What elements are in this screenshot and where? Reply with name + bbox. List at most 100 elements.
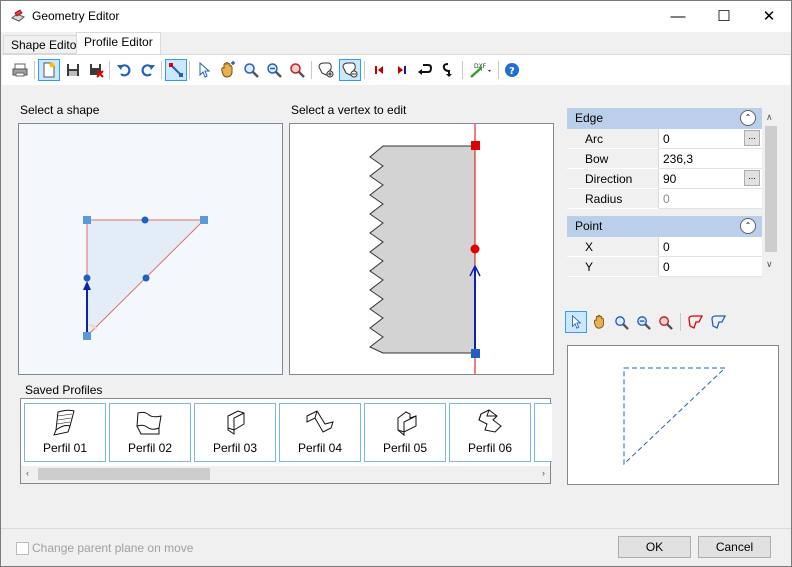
collapse-icon[interactable]: ⌃ <box>740 218 756 234</box>
shape-midpoint[interactable] <box>142 274 150 282</box>
title-bar: Geometry Editor — ☐ ✕ <box>1 1 791 32</box>
property-row[interactable]: Direction 90... <box>567 169 762 189</box>
property-row[interactable]: Y 0 <box>567 257 762 277</box>
zoom-out-icon <box>267 63 282 78</box>
property-value: 90 <box>663 172 677 186</box>
preview-zoom-in-button[interactable] <box>610 311 632 333</box>
save-button[interactable] <box>62 59 84 81</box>
profile-card-04[interactable]: Perfil 04 <box>279 403 361 462</box>
first-vertex-button[interactable] <box>368 59 390 81</box>
property-row[interactable]: Arc 0... <box>567 129 762 149</box>
ok-button[interactable]: OK <box>618 536 691 558</box>
point-group-header[interactable]: Point ⌃ <box>567 216 762 237</box>
new-button[interactable] <box>38 59 60 81</box>
collapse-icon[interactable]: ⌃ <box>740 110 756 126</box>
shape-vertex[interactable] <box>83 332 91 340</box>
scroll-up-icon[interactable]: ∧ <box>766 112 773 123</box>
close-button[interactable]: ✕ <box>746 1 792 32</box>
shape-drawing <box>83 216 208 340</box>
help-button[interactable]: ? <box>501 59 523 81</box>
last-icon <box>398 66 406 74</box>
preview-red-outline-button[interactable] <box>685 311 707 333</box>
profile-vertex[interactable] <box>470 244 480 254</box>
profile-card-06[interactable]: Perfil 06 <box>449 403 531 462</box>
add-vertex-button[interactable] <box>315 59 337 81</box>
undo-button[interactable] <box>113 59 135 81</box>
profile-vertex[interactable] <box>471 349 480 358</box>
change-parent-plane-label: Change parent plane on move <box>32 541 194 555</box>
bow-value[interactable]: 236,3 <box>659 149 762 169</box>
pointer-button[interactable] <box>193 59 215 81</box>
profile-thumbnail <box>478 409 502 433</box>
zoom-extents-button[interactable] <box>286 59 308 81</box>
shape-midpoint[interactable] <box>83 274 91 282</box>
property-row[interactable]: X 0 <box>567 237 762 257</box>
profile-card-partial[interactable] <box>534 403 552 462</box>
edge-property-group: Edge ⌃ Arc 0... Bow 236,3 Direction 90..… <box>567 108 762 209</box>
toolbar-separator <box>311 61 312 79</box>
profiles-scrollbar[interactable]: ‹ › <box>21 466 550 483</box>
preview-pan-button[interactable] <box>588 311 610 333</box>
property-key: Arc <box>567 129 659 149</box>
edge-group-header[interactable]: Edge ⌃ <box>567 108 762 129</box>
x-value[interactable]: 0 <box>659 237 762 257</box>
delete-button[interactable] <box>85 59 107 81</box>
change-parent-plane-checkbox[interactable] <box>16 542 29 555</box>
scroll-right-icon[interactable]: › <box>542 468 545 478</box>
remove-vertex-button[interactable] <box>339 59 361 81</box>
shape-midpoint[interactable] <box>141 216 149 224</box>
maximize-button[interactable]: ☐ <box>701 1 747 32</box>
scroll-left-icon[interactable]: ‹ <box>26 468 29 478</box>
rotate-button[interactable] <box>414 59 436 81</box>
close-icon: ✕ <box>762 8 776 25</box>
direction-ellipsis-button[interactable]: ... <box>744 170 760 186</box>
preview-zoom-out-button[interactable] <box>632 311 654 333</box>
shape-vertex[interactable] <box>83 216 91 224</box>
property-row[interactable]: Radius 0 <box>567 189 762 209</box>
profile-preview <box>567 345 779 485</box>
shape-canvas[interactable] <box>18 123 283 375</box>
toolbar-separator <box>34 61 35 79</box>
profile-card-02[interactable]: Perfil 02 <box>109 403 191 462</box>
y-value[interactable]: 0 <box>659 257 762 277</box>
scroll-thumb[interactable] <box>38 468 210 480</box>
arc-value[interactable]: 0... <box>659 129 762 149</box>
radius-value: 0 <box>659 189 762 209</box>
last-vertex-button[interactable] <box>391 59 413 81</box>
property-key: X <box>567 237 659 257</box>
dxf-import-button[interactable]: DXF <box>467 59 495 81</box>
profile-card-01[interactable]: Perfil 01 <box>24 403 106 462</box>
property-row[interactable]: Bow 236,3 <box>567 149 762 169</box>
pan-button[interactable] <box>216 59 238 81</box>
scroll-thumb[interactable] <box>765 126 777 252</box>
zoom-in-button[interactable] <box>240 59 262 81</box>
zoom-out-button[interactable] <box>263 59 285 81</box>
redo-icon <box>141 64 155 77</box>
vertex-canvas[interactable] <box>289 123 554 375</box>
profile-card-03[interactable]: Perfil 03 <box>194 403 276 462</box>
direction-value[interactable]: 90... <box>659 169 762 189</box>
cancel-button[interactable]: Cancel <box>698 536 771 558</box>
preview-zoom-extents-button[interactable] <box>654 311 676 333</box>
minimize-button[interactable]: — <box>655 1 701 32</box>
preview-pointer-button[interactable] <box>565 311 587 333</box>
profile-card-05[interactable]: Perfil 05 <box>364 403 446 462</box>
scroll-down-icon[interactable]: ∨ <box>766 259 773 270</box>
profile-vertex[interactable] <box>471 141 480 150</box>
preview-blue-outline-button[interactable] <box>708 311 730 333</box>
help-icon: ? <box>505 63 519 77</box>
edit-shape-button[interactable] <box>165 59 187 81</box>
print-button[interactable] <box>9 59 31 81</box>
redo-button[interactable] <box>137 59 159 81</box>
toolbar: DXF ? <box>2 54 790 85</box>
maximize-icon: ☐ <box>717 8 731 25</box>
shape-vertex[interactable] <box>200 216 208 224</box>
footer-divider <box>1 528 791 529</box>
flip-button[interactable] <box>437 59 459 81</box>
arc-ellipsis-button[interactable]: ... <box>744 130 760 146</box>
profile-label: Perfil 02 <box>127 441 173 455</box>
select-vertex-label: Select a vertex to edit <box>291 103 407 117</box>
property-scrollbar[interactable]: ∧ ∨ <box>763 108 779 275</box>
tab-profile-editor[interactable]: Profile Editor <box>76 32 161 54</box>
first-icon <box>375 66 383 74</box>
